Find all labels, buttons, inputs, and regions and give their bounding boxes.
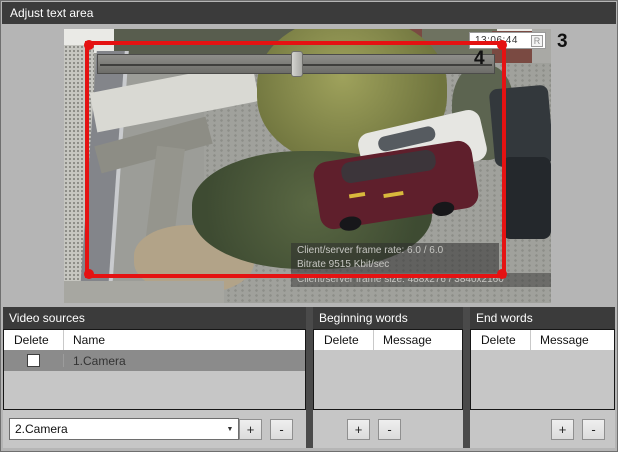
region-handle-bottom-right[interactable]	[497, 269, 507, 279]
end-words-controls: + -	[470, 410, 615, 448]
column-delete: Delete	[471, 330, 531, 350]
camera-row-label: 1.Camera	[73, 353, 126, 368]
callout-3: 3	[557, 31, 568, 52]
callout-4: 4	[474, 48, 485, 69]
video-sources-title: Video sources	[3, 307, 306, 329]
text-area-region[interactable]	[85, 41, 506, 278]
end-words-table: Delete Message	[470, 329, 615, 410]
end-words-title: End words	[470, 307, 615, 329]
column-message: Message	[383, 333, 432, 347]
add-beginning-word-button[interactable]: +	[347, 418, 370, 440]
column-message: Message	[540, 333, 589, 347]
end-words-table-header: Delete Message	[471, 330, 614, 350]
camera-select[interactable]: 2.Camera ▼	[9, 418, 239, 440]
end-words-panel: End words Delete Message + -	[470, 307, 615, 448]
adjust-text-area-dialog: Adjust text area 13:06:44 R Client/serve…	[0, 0, 618, 452]
video-sources-controls: 2.Camera ▼ + -	[3, 410, 306, 448]
delete-checkbox[interactable]	[27, 354, 40, 367]
dialog-title: Adjust text area	[2, 2, 616, 24]
region-handle-top-left[interactable]	[84, 40, 94, 50]
region-handle-bottom-left[interactable]	[84, 269, 94, 279]
beginning-words-panel: Beginning words Delete Message + -	[313, 307, 463, 448]
beginning-words-controls: + -	[313, 410, 463, 448]
scene-lower-pavement	[64, 281, 224, 303]
record-indicator[interactable]: R	[531, 34, 543, 47]
video-sources-table: Delete Name 1.Camera	[3, 329, 306, 410]
column-name: Name	[73, 333, 106, 347]
video-sources-table-header: Delete Name	[4, 330, 305, 350]
column-delete: Delete	[314, 330, 374, 350]
chevron-down-icon[interactable]: ▼	[222, 419, 238, 439]
scene-dark-car-bottom	[502, 157, 551, 239]
bottom-panels: Video sources Delete Name 1.Camera 2.Cam…	[3, 307, 615, 448]
video-sources-panel: Video sources Delete Name 1.Camera 2.Cam…	[3, 307, 306, 448]
add-end-word-button[interactable]: +	[551, 418, 574, 440]
region-handle-top-right[interactable]	[497, 40, 507, 50]
camera-preview: 13:06:44 R Client/server frame rate: 6.0…	[64, 29, 551, 303]
table-row[interactable]: 1.Camera	[4, 350, 305, 371]
add-source-button[interactable]: +	[239, 418, 262, 440]
beginning-words-table-header: Delete Message	[314, 330, 462, 350]
column-delete: Delete	[4, 330, 64, 350]
beginning-words-title: Beginning words	[313, 307, 463, 329]
camera-select-value: 2.Camera	[15, 422, 68, 436]
beginning-words-table: Delete Message	[313, 329, 463, 410]
remove-end-word-button[interactable]: -	[582, 418, 605, 440]
remove-beginning-word-button[interactable]: -	[378, 418, 401, 440]
remove-source-button[interactable]: -	[270, 418, 293, 440]
